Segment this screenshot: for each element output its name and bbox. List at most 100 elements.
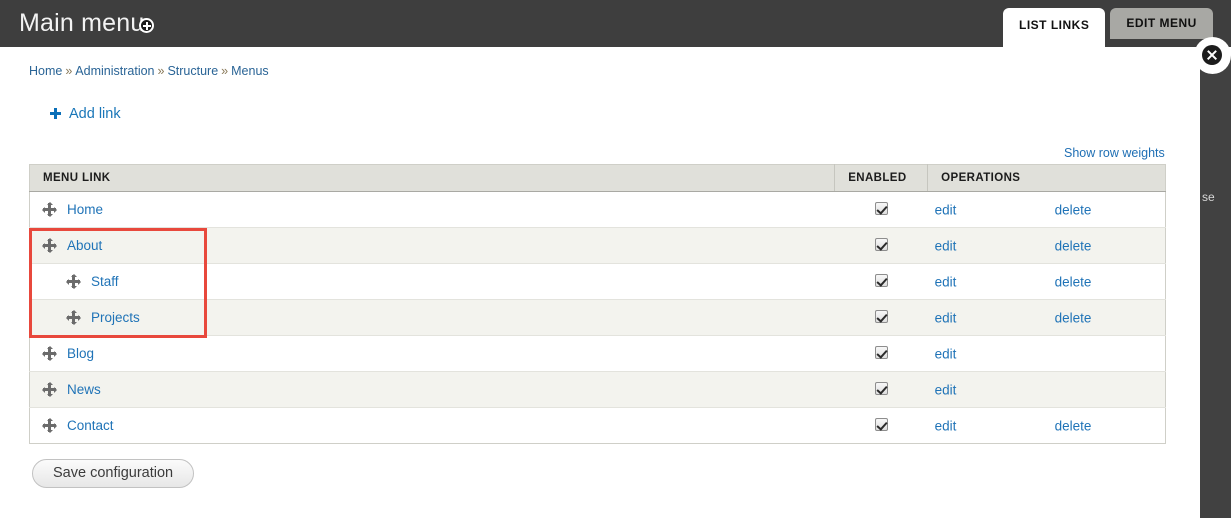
menu-link-wrapper: News [30,382,835,397]
operations-cell: edit delete [927,299,1166,336]
drag-arrow [70,322,77,325]
table-row: News edit [29,371,1166,408]
breadcrumb-separator: » [157,64,165,78]
enabled-checkbox[interactable] [874,273,888,287]
edit-link[interactable]: edit [935,346,957,361]
drag-handle-icon[interactable] [66,274,81,289]
edit-link[interactable]: edit [935,418,957,433]
drag-arrow [46,430,53,433]
menu-link-label[interactable]: Home [67,202,103,217]
drag-arrow [78,278,81,285]
page-title: Main menu [19,9,145,37]
menu-links-table: MENU LINK ENABLED OPERATIONS Home edit del… [29,164,1166,444]
delete-link[interactable]: delete [1055,202,1092,217]
menu-link-label[interactable]: News [67,382,101,397]
enabled-checkbox[interactable] [874,237,888,251]
enabled-cell [834,335,928,372]
right-overlay-panel: se [1200,55,1231,518]
drag-arrow [70,310,77,313]
drag-arrow [42,386,45,393]
edit-link[interactable]: edit [935,310,957,325]
menu-link-wrapper: Contact [30,418,835,433]
save-configuration-button[interactable]: Save configuration [32,459,195,488]
table-row: Blog edit [29,335,1166,372]
drag-arrow [54,422,57,429]
enabled-cell [834,371,928,408]
enabled-cell [834,191,928,228]
operations-cell: edit delete [927,227,1166,264]
breadcrumb: Home» Administration» Structure» Menus [29,64,269,78]
enabled-checkbox[interactable] [874,309,888,323]
drag-arrow [66,278,69,285]
close-icon[interactable] [1202,45,1222,65]
menu-link-label[interactable]: About [67,238,102,253]
drag-arrow [46,214,53,217]
add-circle-icon[interactable] [139,18,154,33]
tab-list-links[interactable]: LIST LINKS [1003,8,1106,47]
operations-cell: edit delete [927,263,1166,300]
drag-handle-icon[interactable] [42,346,57,361]
enabled-cell [834,299,928,336]
operations-cell: edit [927,371,1166,408]
delete-link[interactable]: delete [1055,418,1092,433]
edit-link[interactable]: edit [935,238,957,253]
operations-cell: edit delete [928,408,1166,444]
enabled-cell [834,263,928,300]
enabled-checkbox[interactable] [874,417,888,431]
drag-arrow [46,238,53,241]
drag-arrow [54,206,57,213]
menu-link-label[interactable]: Blog [67,346,94,361]
edit-link[interactable]: edit [935,202,957,217]
breadcrumb-item-menus[interactable]: Menus [231,64,269,78]
drag-handle-icon[interactable] [42,418,57,433]
enabled-checkbox[interactable] [874,345,888,359]
table-row: Contact edit delete [29,407,1166,444]
enabled-checkbox[interactable] [874,201,888,215]
column-header-menu-link: MENU LINK [29,164,836,192]
edit-link[interactable]: edit [935,382,957,397]
drag-arrow [78,314,81,321]
add-link-button[interactable]: Add link [50,106,121,122]
tab-edit-menu[interactable]: EDIT MENU [1110,8,1213,39]
drag-arrow [46,346,53,349]
drag-handle-icon[interactable] [42,202,57,217]
menu-link-label[interactable]: Projects [91,310,140,325]
drag-arrow [46,418,53,421]
drag-arrow [54,350,57,357]
drag-arrow [42,350,45,357]
operations-cell: edit [927,335,1166,372]
delete-link[interactable]: delete [1055,274,1092,289]
edit-link[interactable]: edit [935,274,957,289]
delete-link[interactable]: delete [1055,238,1092,253]
menu-link-label[interactable]: Contact [67,418,114,433]
drag-handle-icon[interactable] [66,310,81,325]
column-header-operations: OPERATIONS [927,164,1166,192]
breadcrumb-item-administration[interactable]: Administration [75,64,154,78]
drag-arrow [46,202,53,205]
menu-link-label[interactable]: Staff [91,274,119,289]
menu-link-cell: Staff [29,263,835,300]
drag-handle-icon[interactable] [42,382,57,397]
enabled-cell [835,408,928,444]
top-bar: Main menu LIST LINKS EDIT MENU [0,0,1231,47]
menu-link-wrapper: Projects [30,310,835,325]
enabled-checkbox[interactable] [874,381,888,395]
page-root: Main menu LIST LINKS EDIT MENU se Home» A… [0,0,1231,518]
breadcrumb-item-structure[interactable]: Structure [167,64,218,78]
enabled-cell [834,227,928,264]
menu-link-cell: Contact [30,408,835,444]
delete-link[interactable]: delete [1055,310,1092,325]
table-row: About edit delete [29,227,1166,264]
drag-arrow [46,358,53,361]
drag-arrow [54,386,57,393]
drag-arrow [46,382,53,385]
table-header-row: MENU LINK ENABLED OPERATIONS [29,164,1166,192]
breadcrumb-item-home[interactable]: Home [29,64,62,78]
show-row-weights-link[interactable]: Show row weights [1064,146,1165,160]
drag-handle-icon[interactable] [42,238,57,253]
operations-cell: edit delete [927,191,1166,228]
table-row: Staff edit delete [29,263,1166,300]
menu-link-wrapper: About [30,238,835,253]
drag-arrow [70,286,77,289]
menu-link-cell: Home [29,191,835,228]
